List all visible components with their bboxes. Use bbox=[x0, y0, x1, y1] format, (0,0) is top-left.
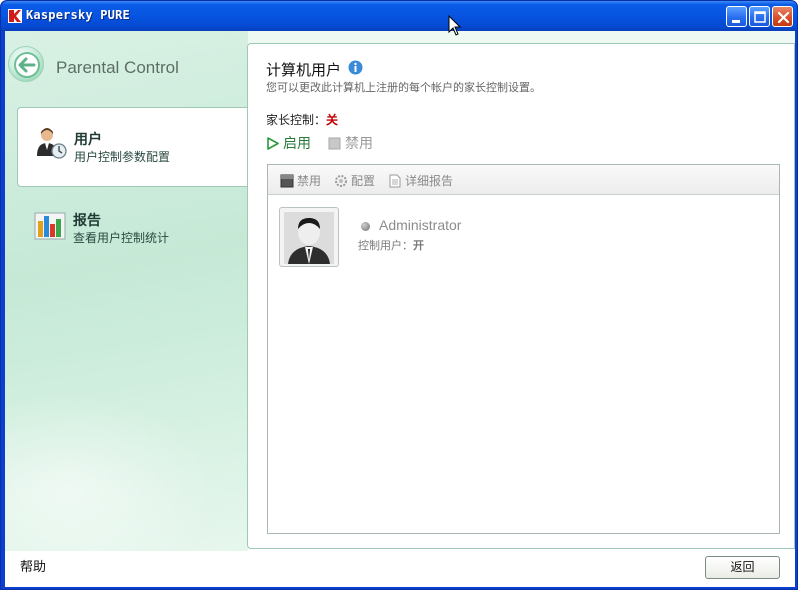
disable-label: 禁用 bbox=[345, 136, 373, 152]
minimize-icon bbox=[732, 20, 740, 23]
back-button[interactable] bbox=[8, 46, 44, 82]
control-value: 开 bbox=[413, 239, 424, 252]
client-area: Parental Control 用户 用户控制参数配置 报告 查看用户控制统计… bbox=[5, 31, 795, 587]
gear-icon bbox=[335, 175, 347, 187]
main-panel: 计算机用户 您可以更改此计算机上注册的每个帐户的家长控制设置。 家长控制：关 启… bbox=[247, 43, 795, 549]
sidebar-item-label: 报告 bbox=[73, 213, 101, 229]
toolbar-disable-label: 禁用 bbox=[297, 174, 322, 188]
kaspersky-logo-icon bbox=[8, 9, 22, 23]
enable-label: 启用 bbox=[283, 136, 311, 152]
report-chart-icon bbox=[34, 212, 66, 240]
status-value: 关 bbox=[326, 113, 339, 127]
user-name: Administrator bbox=[379, 217, 462, 233]
toolbar-configure-label: 配置 bbox=[351, 174, 376, 188]
sidebar-item-sub: 用户控制参数配置 bbox=[74, 150, 171, 164]
avatar bbox=[279, 207, 339, 267]
sidebar: Parental Control 用户 用户控制参数配置 报告 查看用户控制统计 bbox=[5, 31, 248, 551]
user-avatar-icon bbox=[284, 212, 334, 264]
stop-icon bbox=[328, 137, 341, 150]
toolbar-configure-button[interactable]: 配置 bbox=[334, 172, 375, 189]
window-title: Kaspersky PURE bbox=[26, 8, 130, 22]
list-toolbar: 禁用 配置 详细报告 bbox=[268, 165, 779, 195]
title-bar[interactable]: Kaspersky PURE bbox=[1, 1, 797, 31]
disable-button[interactable]: 禁用 bbox=[328, 133, 373, 153]
return-button[interactable]: 返回 bbox=[705, 556, 780, 579]
arrow-left-icon bbox=[14, 52, 40, 78]
sidebar-item-label: 用户 bbox=[74, 132, 102, 148]
maximize-button[interactable] bbox=[749, 6, 770, 27]
user-list: 禁用 配置 详细报告 Administrator 控制用户：开 bbox=[267, 164, 780, 534]
page-description: 您可以更改此计算机上注册的每个帐户的家长控制设置。 bbox=[266, 81, 541, 94]
help-link[interactable]: 帮助 bbox=[20, 556, 46, 575]
toolbar-report-button[interactable]: 详细报告 bbox=[388, 172, 453, 189]
sidebar-item-reports[interactable]: 报告 查看用户控制统计 bbox=[17, 189, 248, 269]
section-title: Parental Control bbox=[56, 58, 179, 77]
status-label: 家长控制： bbox=[266, 113, 327, 127]
app-window: Kaspersky PURE Parental Control 用户 用户控制参… bbox=[0, 0, 798, 590]
parental-control-status: 家长控制：关 bbox=[266, 111, 338, 128]
page-title: 计算机用户 bbox=[266, 61, 342, 79]
close-icon bbox=[777, 11, 790, 24]
toolbar-disable-button[interactable]: 禁用 bbox=[280, 172, 321, 189]
sidebar-item-users[interactable]: 用户 用户控制参数配置 bbox=[17, 107, 248, 187]
toolbar-report-label: 详细报告 bbox=[405, 174, 454, 188]
play-icon bbox=[267, 137, 279, 150]
list-item[interactable]: Administrator 控制用户：开 bbox=[279, 207, 599, 269]
document-icon bbox=[389, 174, 401, 188]
info-icon[interactable] bbox=[348, 60, 363, 75]
mouse-cursor-icon bbox=[448, 15, 462, 36]
status-dot-icon bbox=[361, 222, 370, 231]
maximize-icon bbox=[754, 11, 766, 23]
minimize-button[interactable] bbox=[726, 6, 747, 27]
users-icon bbox=[37, 128, 67, 159]
enable-button[interactable]: 启用 bbox=[266, 133, 311, 153]
control-label: 控制用户： bbox=[358, 239, 413, 252]
user-control-status: 控制用户：开 bbox=[358, 237, 424, 253]
close-button[interactable] bbox=[772, 6, 793, 27]
sidebar-item-sub: 查看用户控制统计 bbox=[73, 231, 170, 245]
stop-icon bbox=[280, 174, 294, 188]
